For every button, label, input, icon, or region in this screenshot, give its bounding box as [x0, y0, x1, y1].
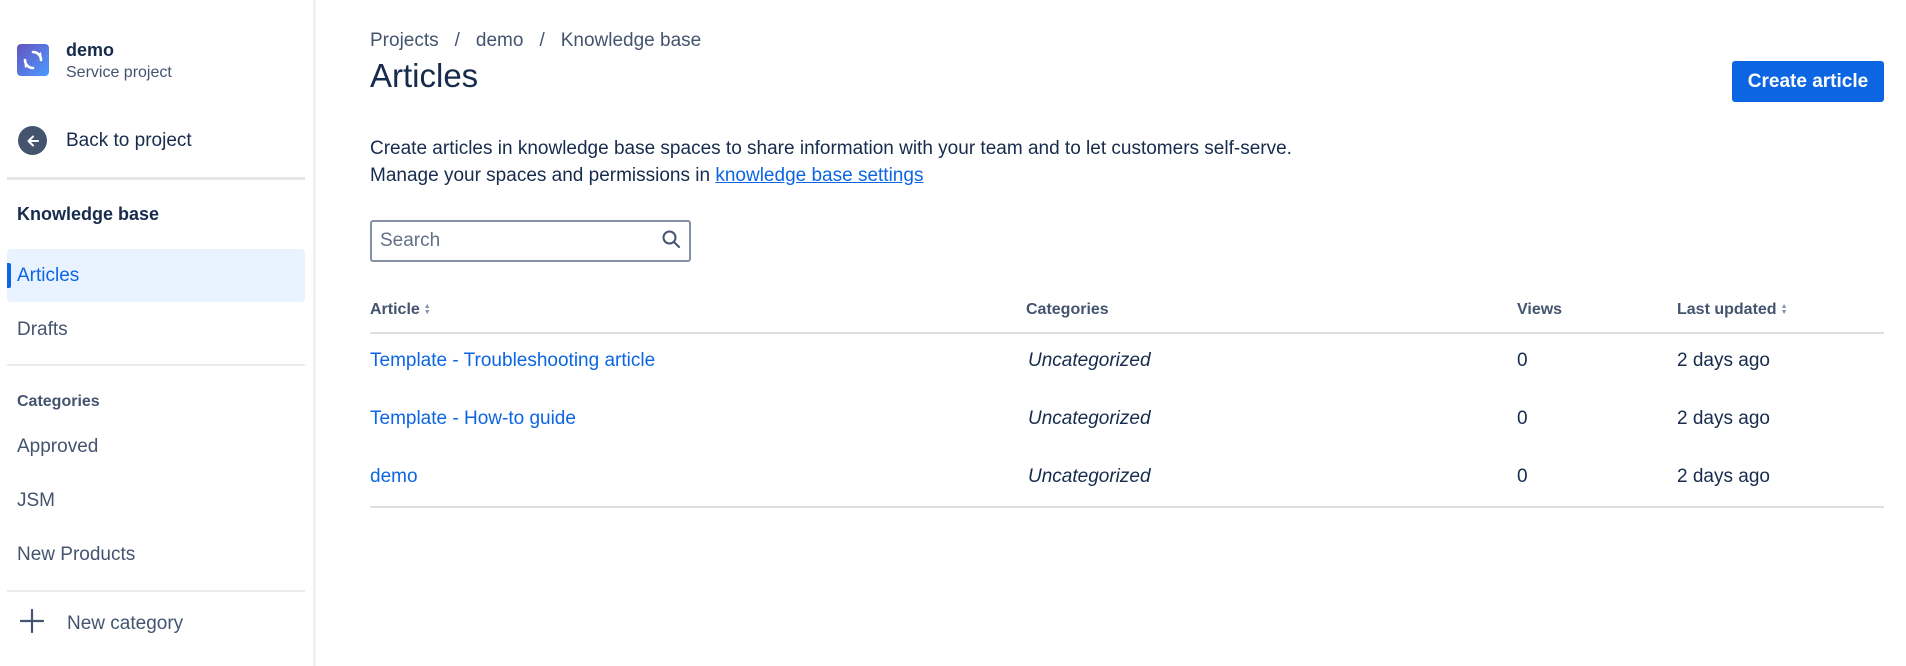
article-views: 0: [1517, 408, 1528, 429]
column-header-label: Last updated: [1677, 301, 1777, 318]
article-category: Uncategorized: [1028, 466, 1151, 487]
column-header-article[interactable]: Article ▲ ▼: [370, 301, 431, 319]
article-views: 0: [1517, 350, 1528, 371]
divider: [7, 590, 305, 592]
column-header-views: Views: [1517, 301, 1562, 319]
section-title-knowledge-base: Knowledge base: [17, 204, 160, 224]
plus-icon: [18, 607, 46, 640]
sidebar: demo Service project Back to project Kno…: [0, 0, 316, 666]
breadcrumb-separator: /: [454, 30, 460, 51]
page-description: Create articles in knowledge base spaces…: [370, 135, 1292, 189]
table-row: demo Uncategorized 0 2 days ago: [370, 450, 1884, 508]
sidebar-item-articles[interactable]: Articles: [7, 249, 305, 302]
search-input[interactable]: [380, 230, 661, 252]
article-category: Uncategorized: [1028, 350, 1151, 371]
column-header-last-updated[interactable]: Last updated ▲ ▼: [1677, 301, 1788, 319]
sidebar-item-new-products[interactable]: New Products: [7, 528, 305, 581]
breadcrumb-projects[interactable]: Projects: [370, 30, 439, 52]
create-article-button[interactable]: Create article: [1732, 61, 1884, 102]
table-row: Template - Troubleshooting article Uncat…: [370, 334, 1884, 392]
column-header-label: Article: [370, 301, 420, 318]
description-line-2: Manage your spaces and permissions in kn…: [370, 162, 1292, 189]
page-title: Articles: [370, 57, 479, 94]
sort-icon[interactable]: ▲ ▼: [424, 303, 431, 316]
search-icon[interactable]: [661, 229, 681, 254]
sidebar-item-label: Drafts: [17, 318, 68, 340]
column-header-label: Categories: [1026, 301, 1109, 318]
article-last-updated: 2 days ago: [1677, 466, 1770, 487]
description-line-2-text: Manage your spaces and permissions in: [370, 165, 716, 186]
sidebar-item-label: New Products: [17, 543, 136, 565]
breadcrumb-separator: /: [539, 30, 545, 51]
article-link[interactable]: demo: [370, 466, 418, 488]
categories-heading: Categories: [17, 393, 100, 410]
column-header-categories: Categories: [1026, 301, 1109, 319]
back-to-project-button[interactable]: Back to project: [18, 126, 192, 155]
sidebar-item-approved[interactable]: Approved: [7, 420, 305, 473]
project-name: demo: [66, 40, 115, 60]
arrow-left-icon: [18, 126, 47, 155]
divider: [7, 364, 305, 366]
new-category-button[interactable]: New category: [18, 607, 183, 640]
description-line-1: Create articles in knowledge base spaces…: [370, 138, 1292, 159]
breadcrumb: Projects / demo / Knowledge base: [370, 30, 701, 52]
back-to-project-label: Back to project: [66, 129, 192, 151]
search-box[interactable]: [370, 220, 691, 262]
article-last-updated: 2 days ago: [1677, 350, 1770, 371]
article-link[interactable]: Template - Troubleshooting article: [370, 350, 655, 372]
project-logo-icon: [17, 44, 49, 76]
breadcrumb-knowledge-base[interactable]: Knowledge base: [561, 30, 702, 52]
project-type: Service project: [66, 64, 172, 81]
article-link[interactable]: Template - How-to guide: [370, 408, 576, 430]
column-header-label: Views: [1517, 301, 1563, 318]
table-row: Template - How-to guide Uncategorized 0 …: [370, 392, 1884, 450]
sort-icon[interactable]: ▲ ▼: [1781, 303, 1788, 316]
project-header[interactable]: demo Service project: [17, 38, 172, 84]
article-views: 0: [1517, 466, 1528, 487]
sidebar-item-label: Articles: [17, 264, 80, 286]
sidebar-item-jsm[interactable]: JSM: [7, 474, 305, 527]
sidebar-item-label: JSM: [17, 489, 55, 511]
sidebar-item-drafts[interactable]: Drafts: [7, 303, 305, 356]
article-last-updated: 2 days ago: [1677, 408, 1770, 429]
new-category-label: New category: [67, 612, 184, 634]
table-header: Article ▲ ▼ Categories Views Last updated…: [370, 298, 1884, 334]
breadcrumb-demo[interactable]: demo: [476, 30, 524, 52]
knowledge-base-settings-link[interactable]: knowledge base settings: [715, 165, 923, 186]
sidebar-item-label: Approved: [17, 435, 99, 457]
article-category: Uncategorized: [1028, 408, 1151, 429]
divider: [7, 177, 305, 180]
